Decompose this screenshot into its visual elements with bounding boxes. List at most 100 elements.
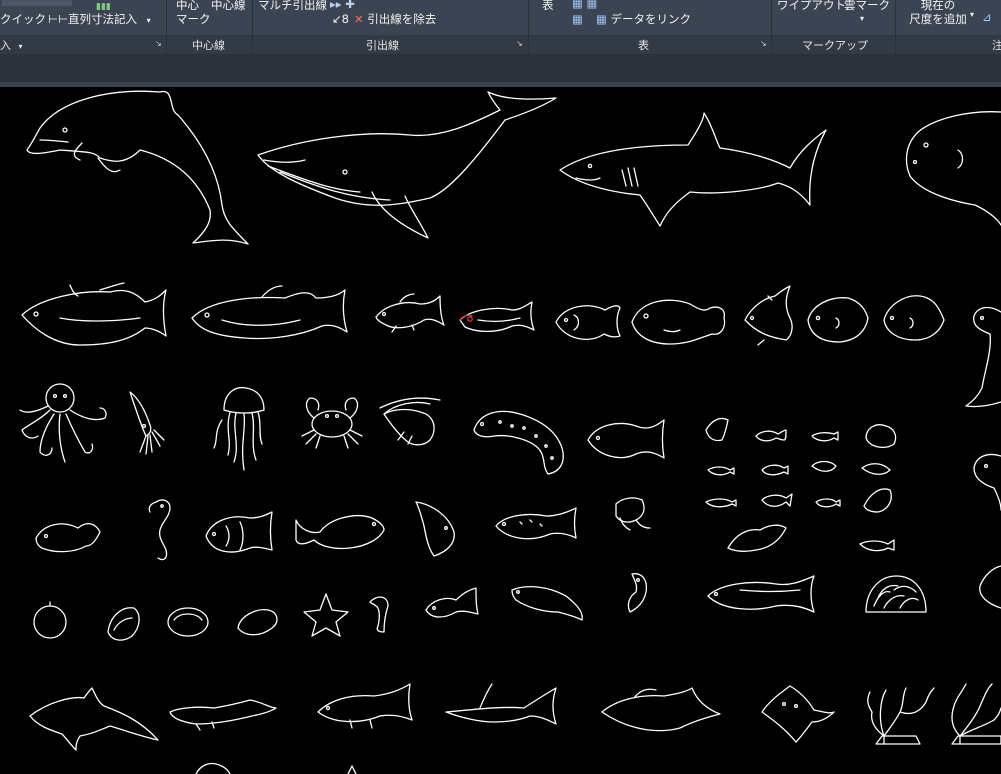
revcloud-button[interactable]: 雲マーク ▾ [844,0,890,23]
multileader-label: マルチ引出線 [258,0,327,12]
seal-drawing[interactable] [973,453,1001,511]
multileader-button[interactable]: マルチ引出線 [258,0,327,12]
table-launcher-icon[interactable]: ↘ [760,39,767,48]
dimension-panel-title[interactable]: 入 ▾ [0,37,23,53]
tube-worm-drawing[interactable] [369,596,389,633]
clam-drawing[interactable] [167,607,209,637]
leader-align-icon[interactable]: ↙8 [332,12,349,26]
drawing-svg [19,90,1001,774]
table-panel-title: 表 [638,39,649,52]
add-current-scale-line2: 尺度を追加 [909,12,967,26]
panel-separator [252,0,253,54]
small-fish-cluster-drawing[interactable] [705,417,897,552]
link-data-icon: ▦ [596,12,607,26]
annotation-scale-icon[interactable]: ⊿ [982,10,992,24]
chevron-down-icon[interactable]: ▾ [860,12,864,26]
centerline-label: 中心線 [211,0,246,12]
centerline-panel-title: 中心線 [192,39,225,52]
jellyfish-drawing[interactable] [213,386,265,471]
needlefish-drawing[interactable] [169,699,277,731]
leader-launcher-icon[interactable]: ↘ [516,39,523,48]
crab-drawing[interactable] [301,397,363,449]
continue-dimension-button[interactable]: 直列寸法記入 ▾ [68,12,151,28]
fish-highlighted-drawing[interactable] [459,301,535,333]
table-label: 表 [542,0,554,12]
leader-panel-title: 引出線 [366,39,399,52]
tuna-drawing[interactable] [21,282,167,346]
koi-drawing[interactable] [615,497,651,531]
curled-fish-drawing[interactable] [627,573,648,613]
moorish-idol-drawing[interactable] [415,501,455,557]
continue-dimension-icon: ⊢⊢ [48,12,69,26]
link-data-label: データをリンク [610,12,692,26]
chevron-down-icon: ▾ [18,42,23,51]
squid-drawing[interactable] [129,391,165,455]
drawing-canvas[interactable] [0,87,1001,774]
salmon-drawing[interactable] [191,285,348,340]
marlin-drawing[interactable] [29,687,159,751]
quick-dimension-button[interactable]: クイック [0,12,46,26]
centerline-button[interactable]: 中心線 [211,0,246,12]
bean-shell-drawing[interactable] [237,609,278,636]
octopus-drawing[interactable] [19,383,107,463]
extract-data-icon[interactable]: ▦ [572,12,583,26]
center-mark-button[interactable]: 中心 マーク [176,0,211,26]
angelfish-2-drawing[interactable] [205,511,273,553]
dimension-launcher-icon[interactable]: ↘ [155,39,162,48]
center-mark-label-line2: マーク [176,12,211,26]
manta-ray-drawing[interactable] [761,685,835,743]
branch-coral-drawing[interactable] [867,687,935,745]
oyster-drawing[interactable] [107,607,140,641]
trout-drawing[interactable] [495,507,577,540]
bonito-drawing[interactable] [601,687,721,732]
quick-dimension-label: クイック [0,12,46,26]
butterflyfish-drawing[interactable] [555,305,621,340]
dimension-style-dropdown[interactable] [2,0,72,6]
triggerfish-drawing[interactable] [631,299,726,345]
tang-drawing[interactable] [295,515,385,550]
starfish-drawing[interactable] [303,593,349,637]
bluefish-drawing[interactable] [317,683,413,729]
shark-drawing[interactable] [559,112,827,227]
sea-urchin-drawing[interactable] [33,601,67,639]
dolphin-drawing[interactable] [26,90,249,245]
pufferfish-drawing[interactable] [807,297,869,343]
chevron-down-icon[interactable]: ▾ [970,8,974,22]
brain-coral-drawing[interactable] [865,575,927,613]
center-mark-label-line1: 中心 [176,0,199,12]
revcloud-label: 雲マーク [844,0,890,12]
sunfish-drawing[interactable] [905,111,1001,226]
wipeout-label: ワイプアウト [777,0,846,12]
fish-small-1-drawing[interactable] [375,293,445,333]
staghorn-coral-drawing[interactable] [951,683,1001,745]
moray-eel-drawing[interactable] [473,410,564,475]
leader-tool-icons[interactable]: ▸▸ ✚ [330,0,355,11]
angelfish-drawing[interactable] [744,285,793,346]
humpback-whale-drawing[interactable] [257,91,557,239]
annotation-scale-panel-title: 注 [992,39,1001,52]
wipeout-button[interactable]: ワイプアウト [777,0,846,12]
panel-separator [166,0,167,54]
chevron-down-icon[interactable]: ▾ [147,16,151,25]
sea-turtle-drawing[interactable] [979,565,1001,609]
guppy-drawing[interactable] [425,587,479,618]
table-tool-icons[interactable]: ▦ ▦ [572,0,597,10]
remove-leader-icon: ✕ [354,12,364,26]
swordfish-drawing[interactable] [445,683,557,725]
mackerel-drawing[interactable] [707,575,815,613]
seahorse-drawing[interactable] [148,499,171,561]
triggerfish-2-drawing[interactable] [587,419,665,459]
surgeonfish-drawing[interactable] [883,295,945,341]
goby-drawing[interactable] [35,522,101,553]
shrimp-drawing[interactable] [379,397,441,446]
file-tab-bar[interactable] [0,54,1001,82]
remove-leader-button[interactable]: ✕ 引出線を除去 [354,12,436,26]
table-button[interactable]: 表 [542,0,554,12]
sea-lion-drawing[interactable] [965,306,1001,408]
ribbon: ▮▮▮ クイック ⊢⊢ 直列寸法記入 ▾ 入 ▾ ↘ 中心 マーク 中心線 中心… [0,0,1001,54]
partial-bottom-drawings[interactable] [195,762,357,774]
add-current-scale-button[interactable]: 現在の 尺度を追加 [908,0,968,26]
add-current-scale-line1: 現在の [920,0,956,12]
link-data-button[interactable]: ▦ データをリンク [596,12,691,26]
catfish-drawing[interactable] [511,585,583,621]
